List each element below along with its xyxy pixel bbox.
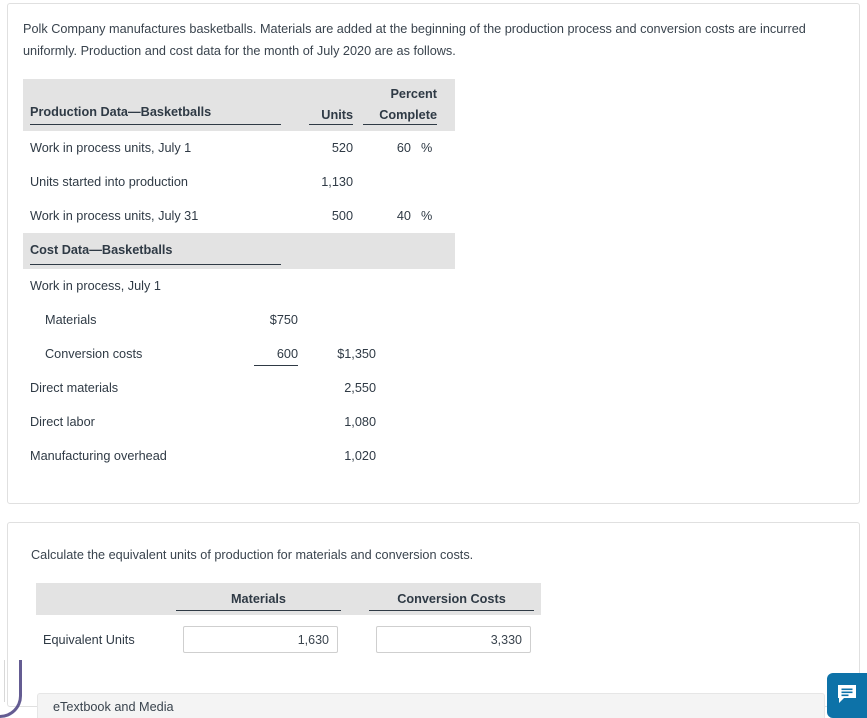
- row-label: Units started into production: [30, 175, 188, 189]
- row-label: Manufacturing overhead: [30, 449, 167, 463]
- table-row: Materials $750: [23, 303, 455, 337]
- row-cost-col2: 1,020: [344, 449, 376, 463]
- row-percent: 60: [396, 141, 411, 155]
- row-units: 1,130: [321, 175, 353, 189]
- table-row: Work in process units, July 1 520 60 %: [23, 131, 455, 165]
- problem-intro-text: Polk Company manufactures basketballs. M…: [23, 22, 806, 58]
- feedback-tab-button[interactable]: [827, 673, 867, 718]
- etextbook-and-media-label: eTextbook and Media: [53, 700, 174, 714]
- row-units: 520: [331, 141, 353, 155]
- cost-data-title: Cost Data—Basketballs: [30, 243, 173, 257]
- table-row: Units started into production 1,130: [23, 165, 455, 199]
- row-percent-symbol: %: [421, 209, 433, 223]
- units-header-rule: [309, 124, 353, 125]
- percent-header-rule: [363, 124, 437, 125]
- equivalent-units-row: Equivalent Units: [36, 615, 541, 665]
- equivalent-units-label: Equivalent Units: [43, 633, 135, 647]
- row-percent-symbol: %: [421, 141, 433, 155]
- percent-complete-header-line2: Complete: [379, 108, 437, 122]
- table-row: Manufacturing overhead 1,020: [23, 439, 455, 473]
- units-column-header: Units: [321, 108, 353, 122]
- row-label: Work in process units, July 31: [30, 209, 199, 223]
- production-cost-data-table: Production Data—Basketballs Units Percen…: [23, 79, 455, 473]
- table-row: Direct materials 2,550: [23, 371, 455, 405]
- table-row: Work in process units, July 31 500 40 %: [23, 199, 455, 233]
- answer-card: Calculate the equivalent units of produc…: [7, 522, 860, 707]
- row-cost-col2: 2,550: [344, 381, 376, 395]
- row-cost-col2: $1,350: [337, 347, 376, 361]
- row-label: Conversion costs: [45, 347, 143, 361]
- etextbook-and-media-bar[interactable]: eTextbook and Media: [37, 693, 825, 718]
- subtotal-rule: [254, 365, 298, 366]
- cost-title-rule: [30, 264, 281, 265]
- partial-floating-control: [0, 660, 22, 718]
- question-page: Polk Company manufactures basketballs. M…: [0, 0, 867, 718]
- row-cost-col1: $750: [269, 313, 298, 327]
- production-data-header-row: Production Data—Basketballs Units Percen…: [23, 79, 455, 131]
- materials-header-rule: [176, 610, 341, 611]
- answer-table-header-row: Materials Conversion Costs: [36, 583, 541, 615]
- materials-equivalent-units-input[interactable]: [183, 626, 338, 653]
- conversion-header-rule: [369, 610, 534, 611]
- row-label: Direct labor: [30, 415, 95, 429]
- table-row: Conversion costs 600 $1,350: [23, 337, 455, 371]
- row-label: Work in process units, July 1: [30, 141, 192, 155]
- percent-complete-header-line1: Percent: [390, 87, 437, 101]
- equivalent-units-table: Materials Conversion Costs Equivalent Un…: [36, 583, 541, 665]
- table-row: Work in process, July 1: [23, 269, 455, 303]
- problem-card: Polk Company manufactures basketballs. M…: [7, 3, 860, 504]
- question-prompt: Calculate the equivalent units of produc…: [31, 548, 474, 562]
- cost-data-header-row: Cost Data—Basketballs: [23, 233, 455, 269]
- row-cost-col2: 1,080: [344, 415, 376, 429]
- row-percent: 40: [396, 209, 411, 223]
- row-label: Work in process, July 1: [30, 279, 161, 293]
- row-units: 500: [331, 209, 353, 223]
- production-title-rule: [30, 124, 281, 125]
- row-label: Materials: [45, 313, 97, 327]
- table-row: Direct labor 1,080: [23, 405, 455, 439]
- row-label: Direct materials: [30, 381, 119, 395]
- conversion-equivalent-units-input[interactable]: [376, 626, 531, 653]
